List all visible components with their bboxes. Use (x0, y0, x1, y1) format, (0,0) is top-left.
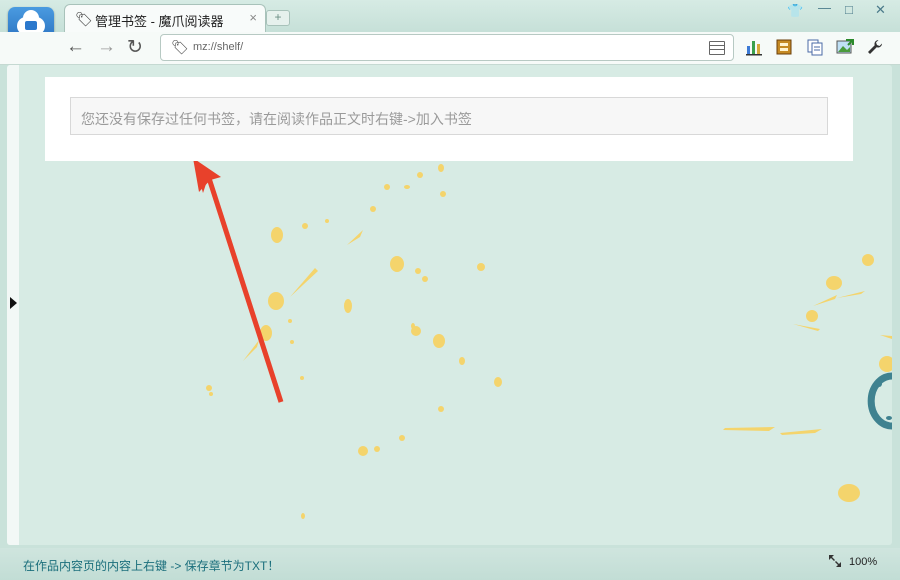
wrench-icon[interactable] (866, 38, 884, 56)
page-view-icon[interactable] (709, 41, 725, 55)
close-button[interactable]: ✕ (875, 2, 886, 18)
back-button[interactable]: ← (66, 36, 85, 58)
address-url[interactable]: mz://shelf/ (193, 41, 243, 53)
zoom-level[interactable]: 100% (849, 556, 877, 568)
logo-book (25, 21, 37, 30)
address-bar[interactable]: 🏷 mz://shelf/ (160, 34, 734, 61)
film-icon[interactable] (775, 38, 793, 56)
empty-bookmarks-notice: 您还没有保存过任何书签，请在阅读作品正文时右键->加入书签 (70, 97, 828, 135)
status-tip: 在作品内容页的内容上右键 -> 保存章节为TXT！ (23, 559, 280, 573)
tab-title: 管理书签 - 魔爪阅读器 (95, 14, 224, 29)
tag-icon: 🏷 (75, 11, 93, 27)
documents-icon[interactable] (806, 38, 824, 56)
status-bar: 在作品内容页的内容上右键 -> 保存章节为TXT！ 100% (0, 548, 900, 580)
tab-close-button[interactable]: × (249, 10, 257, 25)
reload-button[interactable]: ↻ (127, 36, 143, 59)
maximize-button[interactable]: □ (845, 2, 853, 17)
tab-manage-bookmarks[interactable]: 🏷 管理书签 - 魔爪阅读器 × (64, 4, 266, 33)
pointer-arrow-icon (193, 158, 284, 403)
image-arrow-icon[interactable] (836, 38, 854, 56)
content-area: 您还没有保存过任何书签，请在阅读作品正文时右键->加入书签 (7, 65, 892, 545)
tag-icon: 🏷 (171, 39, 189, 55)
chart-icon[interactable] (745, 38, 763, 56)
bookmark-panel: 您还没有保存过任何书签，请在阅读作品正文时右键->加入书签 (45, 77, 853, 161)
forward-button[interactable]: → (97, 36, 116, 58)
minimize-button[interactable]: — (818, 0, 831, 15)
empty-bookmarks-text: 您还没有保存过任何书签，请在阅读作品正文时右键->加入书签 (81, 111, 472, 127)
skin-button[interactable]: 👕 (787, 3, 803, 19)
toolbar: ← → ↻ 🏷 mz://shelf/ (0, 32, 900, 65)
new-tab-button[interactable]: + (266, 10, 290, 26)
fullscreen-icon[interactable] (828, 554, 842, 568)
